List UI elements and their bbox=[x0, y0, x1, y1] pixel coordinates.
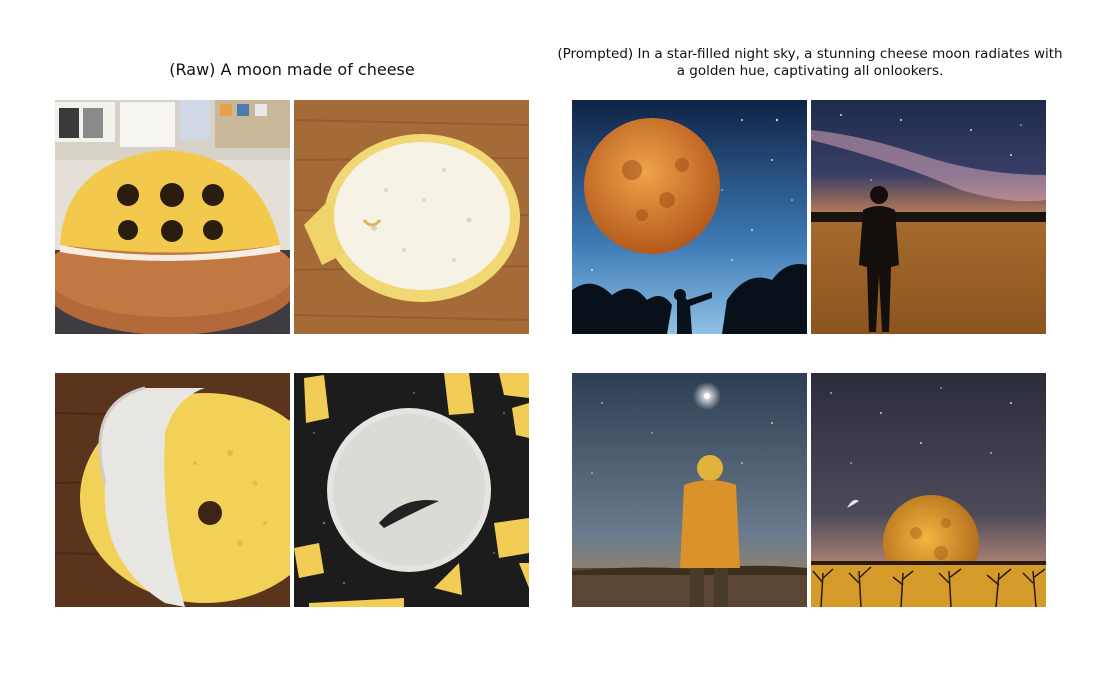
raw-image-2 bbox=[294, 100, 529, 334]
prompted-image-3 bbox=[572, 373, 807, 607]
prompted-panel-title: (Prompted) In a star-filled night sky, a… bbox=[557, 46, 1063, 79]
prompted-image-1 bbox=[572, 100, 807, 334]
raw-image-3 bbox=[55, 373, 290, 607]
prompted-image-2 bbox=[811, 100, 1046, 334]
raw-image-4 bbox=[294, 373, 529, 607]
raw-image-1 bbox=[55, 100, 290, 334]
prompted-image-4 bbox=[811, 373, 1046, 607]
raw-panel-title: (Raw) A moon made of cheese bbox=[169, 60, 415, 79]
